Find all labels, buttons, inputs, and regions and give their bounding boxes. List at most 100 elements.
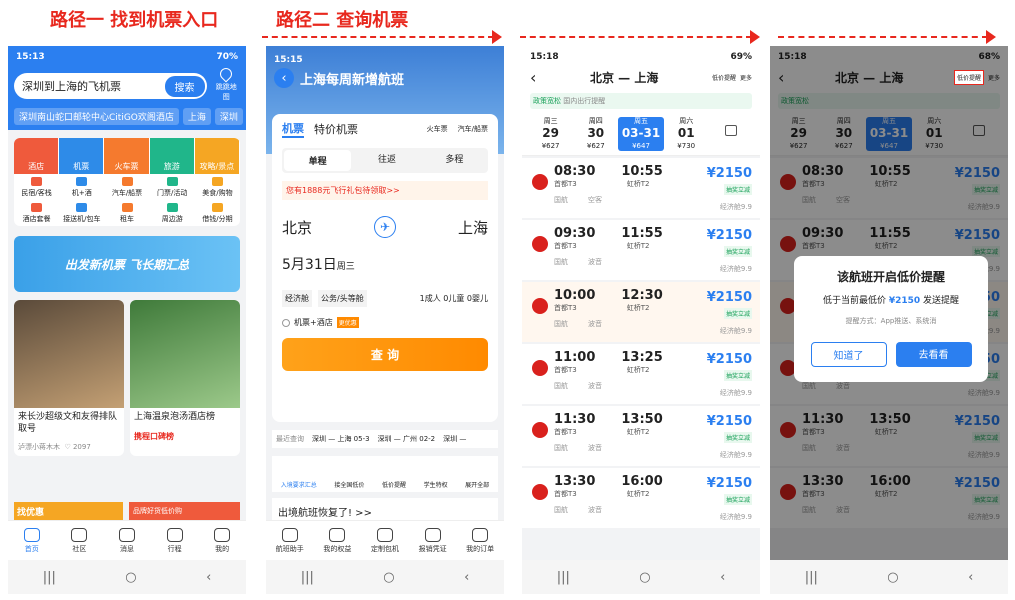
seg-oneway[interactable]: 单程 xyxy=(284,150,352,171)
tile-car-rental[interactable]: 租车 xyxy=(104,200,149,226)
feed-card-hotspring[interactable]: 上海温泉泡汤酒店榜 携程口碑榜 xyxy=(130,300,240,457)
swap-icon[interactable]: ✈ xyxy=(374,216,396,238)
back-icon[interactable]: ‹ xyxy=(968,570,973,585)
date-tab[interactable]: 周三 29 ¥627 xyxy=(528,117,573,151)
recents-icon[interactable]: ||| xyxy=(805,570,818,585)
tab-home[interactable]: 首页 xyxy=(23,527,40,554)
map-icon xyxy=(217,65,235,83)
tile-transfer[interactable]: 接送机/包车 xyxy=(59,200,104,226)
recent-item[interactable]: 深圳 — xyxy=(443,434,466,444)
hotel-checkbox[interactable] xyxy=(282,318,290,327)
promo-banner[interactable]: 出发新机票 飞长期汇总 xyxy=(14,236,240,292)
tab-orders[interactable]: 我的订单 xyxy=(466,527,494,554)
cabin-info: 经济舱9.9 xyxy=(719,202,752,211)
chip-shenzhen[interactable]: 深圳 xyxy=(214,108,243,125)
chip-shanghai[interactable]: 上海 xyxy=(182,108,211,125)
arr-time: 13:25 xyxy=(621,349,663,365)
back-icon[interactable]: ‹ xyxy=(464,570,469,585)
to-city[interactable]: 上海 xyxy=(458,217,488,238)
date-tab[interactable]: 周四 30 ¥627 xyxy=(573,117,618,151)
flight-row[interactable]: 11:30 13:50 首都T3 虹桥T2 国航 波音 ¥2150 抽奖立减 经济舱9.9 xyxy=(522,405,760,466)
flight-row[interactable]: 10:00 12:30 首都T3 虹桥T2 国航 波音 ¥2150 抽奖立减经济舱9.9 xyxy=(522,281,760,342)
tab-special-flight[interactable]: 特价机票 xyxy=(314,121,358,137)
tab-community[interactable]: 社区 xyxy=(71,527,88,554)
recents-icon[interactable]: ||| xyxy=(301,570,314,585)
tile-homestay[interactable]: 民宿/客栈 xyxy=(14,174,59,200)
android-navbar: ||| ○ ‹ xyxy=(770,560,1008,594)
back-button[interactable]: ‹ xyxy=(530,68,536,87)
date-tab[interactable]: 周六 01 ¥730 xyxy=(664,117,709,151)
map-button[interactable]: 跳跳地图 xyxy=(213,65,240,102)
tile-hotel-package[interactable]: 酒店套餐 xyxy=(14,200,59,226)
tile-flight-hotel[interactable]: 机+酒 xyxy=(59,174,104,200)
chip-hotel[interactable]: 深圳南山蛇口邮轮中心CitiGO欢阁酒店 xyxy=(14,108,179,125)
document-icon xyxy=(472,527,489,542)
tile-guide[interactable]: 攻略/景点 xyxy=(194,138,240,174)
recent-item[interactable]: 深圳 — 广州 02-2 xyxy=(378,434,436,444)
recents-icon[interactable]: ||| xyxy=(557,570,570,585)
cabin-business[interactable]: 公务/头等舱 xyxy=(318,290,367,307)
tab-trips[interactable]: 行程 xyxy=(166,527,183,554)
flight-row[interactable]: 08:30 10:55 首都T3 虹桥T2 国航 空客 ¥2150 抽奖立减 经济舱9.9 xyxy=(522,157,760,218)
tile-bus[interactable]: 汽车/船票 xyxy=(104,174,149,200)
promo-strip[interactable]: 您有1888元飞行礼包待领取>> xyxy=(282,181,488,200)
dep-airport: 首都T3 xyxy=(554,303,577,312)
home-nav-icon[interactable]: ○ xyxy=(639,570,650,585)
back-icon[interactable]: ‹ xyxy=(720,570,725,585)
search-input[interactable]: 深圳到上海的飞机票 搜索 xyxy=(14,73,207,99)
seg-multi[interactable]: 多程 xyxy=(421,148,488,173)
tool-price-alert[interactable]: 低价提醒 xyxy=(382,480,406,489)
back-button[interactable]: ‹ xyxy=(274,68,294,88)
tab-charter[interactable]: 定制包机 xyxy=(371,527,399,554)
price-alert-button[interactable]: 低价提醒 xyxy=(953,70,984,85)
arr-airport: 虹桥T2 xyxy=(626,489,650,498)
search-flights-button[interactable]: 查 询 xyxy=(282,338,488,371)
from-city[interactable]: 北京 xyxy=(282,217,312,238)
feed-card-changsha[interactable]: 来长沙超级文和友得排队取号 泸漂小蒋木木 ♡ 2097 xyxy=(14,300,124,457)
brand-label[interactable]: 品牌好货低价购 xyxy=(129,502,240,520)
deals-label[interactable]: 找优惠 xyxy=(14,502,123,520)
aircraft: 波音 xyxy=(588,257,602,266)
tile-nearby[interactable]: 周边游 xyxy=(150,200,195,226)
tile-hotel[interactable]: 酒店 xyxy=(14,138,59,174)
back-icon[interactable]: ‹ xyxy=(206,570,211,585)
flight-row[interactable]: 13:30 16:00 首都T3 虹桥T2 国航 波音 ¥2150 抽奖立减 经济舱9.9 xyxy=(522,467,760,528)
tab-rights[interactable]: 我的权益 xyxy=(323,527,351,554)
tool-entry-rules[interactable]: 入境要求汇总 xyxy=(281,480,317,489)
tab-messages[interactable]: 消息 xyxy=(118,527,135,554)
tab-assistant[interactable]: 航班助手 xyxy=(276,527,304,554)
price-alert-button[interactable]: 低价提醒 xyxy=(712,73,736,82)
recents-icon[interactable]: ||| xyxy=(43,570,56,585)
tile-travel[interactable]: 旅游 xyxy=(149,138,194,174)
passenger-select[interactable]: 1成人 0儿童 0婴儿 xyxy=(420,293,488,304)
tab-flight[interactable]: 机票 xyxy=(282,120,304,138)
flight-row[interactable]: 11:00 13:25 首都T3 虹桥T2 国航 波音 ¥2150 抽奖立减经济舱9.9 xyxy=(522,343,760,404)
date-tab[interactable]: 周五 03-31 ¥647 xyxy=(618,117,664,151)
tool-student[interactable]: 学生特权 xyxy=(424,480,448,489)
tile-train[interactable]: 火车票 xyxy=(104,138,149,174)
tile-food[interactable]: 美食/购物 xyxy=(195,174,240,200)
search-button[interactable]: 搜索 xyxy=(164,76,205,97)
tool-low-price[interactable]: 接全国低价 xyxy=(334,480,364,489)
tab-mine[interactable]: 我的 xyxy=(214,527,231,554)
home-nav-icon[interactable]: ○ xyxy=(887,570,898,585)
travel-notice[interactable]: 国内出行提醒 xyxy=(563,97,605,105)
recent-item[interactable]: 深圳 — 上海 05-3 xyxy=(312,434,370,444)
tool-expand[interactable]: 展开全部 xyxy=(465,480,489,489)
more-button[interactable]: 更多 xyxy=(740,73,752,82)
tab-bus[interactable]: 汽车/船票 xyxy=(458,124,488,134)
cabin-economy[interactable]: 经济舱 xyxy=(282,290,312,307)
flight-row[interactable]: 09:30 11:55 首都T3 虹桥T2 国航 波音 ¥2150 抽奖立减经济舱9.9 xyxy=(522,219,760,280)
tab-receipt[interactable]: 报销凭证 xyxy=(419,527,447,554)
home-nav-icon[interactable]: ○ xyxy=(383,570,394,585)
got-it-button[interactable]: 知道了 xyxy=(810,342,887,367)
seg-roundtrip[interactable]: 往返 xyxy=(353,148,420,173)
tab-train[interactable]: 火车票 xyxy=(427,124,448,134)
go-see-button[interactable]: 去看看 xyxy=(895,342,972,367)
tile-tickets[interactable]: 门票/活动 xyxy=(150,174,195,200)
date-picker[interactable]: 5月31日周三 xyxy=(282,254,488,274)
tile-loan[interactable]: 借钱/分期 xyxy=(195,200,240,226)
home-nav-icon[interactable]: ○ xyxy=(125,570,136,585)
tile-flight[interactable]: 机票 xyxy=(59,138,104,174)
calendar-icon[interactable] xyxy=(709,117,754,151)
